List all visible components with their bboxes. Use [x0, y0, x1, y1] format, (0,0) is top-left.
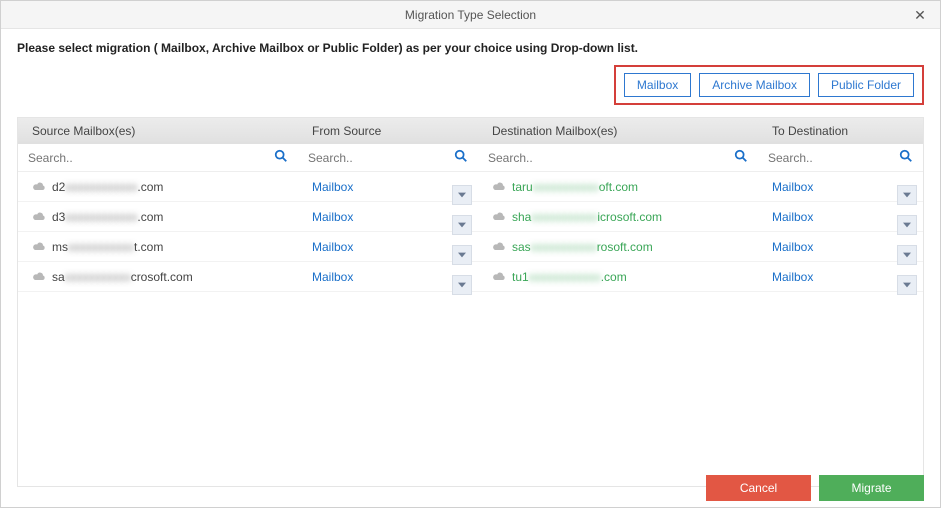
cancel-button[interactable]: Cancel	[706, 475, 811, 501]
source-mailbox-name: saxxxxxxxxxxxcrosoft.com	[52, 270, 193, 284]
type-button-highlight: Mailbox Archive Mailbox Public Folder	[614, 65, 924, 105]
from-source-cell: Mailbox	[298, 240, 478, 254]
search-icon[interactable]	[895, 149, 917, 166]
type-button-row: Mailbox Archive Mailbox Public Folder	[1, 55, 940, 117]
destination-mailbox-name: taruxxxxxxxxxxxoft.com	[512, 180, 638, 194]
to-destination-cell: Mailbox	[758, 270, 923, 284]
table-row: d3xxxxxxxxxxxx.com Mailbox shaxxxxxxxxxxxi…	[18, 202, 923, 232]
from-source-dropdown[interactable]	[452, 215, 472, 235]
to-destination-dropdown[interactable]	[897, 245, 917, 265]
destination-mailbox-name: shaxxxxxxxxxxxicrosoft.com	[512, 210, 662, 224]
from-source-dropdown[interactable]	[452, 275, 472, 295]
source-mailbox-cell: d2xxxxxxxxxxxx.com	[18, 180, 298, 194]
cloud-icon	[32, 270, 46, 284]
source-mailbox-cell: msxxxxxxxxxxxt.com	[18, 240, 298, 254]
col-source-mailbox: Source Mailbox(es)	[18, 124, 298, 138]
from-source-dropdown[interactable]	[452, 185, 472, 205]
source-mailbox-name: msxxxxxxxxxxxt.com	[52, 240, 163, 254]
search-to-cell	[758, 144, 923, 171]
window-title: Migration Type Selection	[405, 8, 536, 22]
close-button[interactable]: ✕	[900, 1, 940, 29]
footer: Cancel Migrate	[1, 469, 940, 507]
destination-mailbox-name: sasxxxxxxxxxxxrosoft.com	[512, 240, 653, 254]
cloud-icon	[492, 180, 506, 194]
table-header: Source Mailbox(es) From Source Destinati…	[18, 118, 923, 144]
from-source-value: Mailbox	[312, 180, 353, 194]
search-icon[interactable]	[730, 149, 752, 166]
search-destination-input[interactable]	[488, 151, 730, 165]
to-destination-value: Mailbox	[772, 180, 813, 194]
from-source-value: Mailbox	[312, 270, 353, 284]
destination-mailbox-cell: shaxxxxxxxxxxxicrosoft.com	[478, 210, 758, 224]
to-destination-value: Mailbox	[772, 210, 813, 224]
to-destination-dropdown[interactable]	[897, 215, 917, 235]
from-source-cell: Mailbox	[298, 210, 478, 224]
cloud-icon	[32, 210, 46, 224]
to-destination-cell: Mailbox	[758, 180, 923, 194]
public-folder-type-button[interactable]: Public Folder	[818, 73, 914, 97]
migration-table: Source Mailbox(es) From Source Destinati…	[17, 117, 924, 487]
search-to-input[interactable]	[768, 151, 895, 165]
source-mailbox-name: d2xxxxxxxxxxxx.com	[52, 180, 163, 194]
archive-mailbox-type-button[interactable]: Archive Mailbox	[699, 73, 810, 97]
to-destination-value: Mailbox	[772, 240, 813, 254]
destination-mailbox-cell: tu1xxxxxxxxxxxx.com	[478, 270, 758, 284]
from-source-value: Mailbox	[312, 210, 353, 224]
to-destination-cell: Mailbox	[758, 210, 923, 224]
source-mailbox-cell: d3xxxxxxxxxxxx.com	[18, 210, 298, 224]
destination-mailbox-name: tu1xxxxxxxxxxxx.com	[512, 270, 627, 284]
search-source-cell	[18, 144, 298, 171]
destination-mailbox-cell: taruxxxxxxxxxxxoft.com	[478, 180, 758, 194]
to-destination-dropdown[interactable]	[897, 275, 917, 295]
search-icon[interactable]	[450, 149, 472, 166]
table-row: msxxxxxxxxxxxt.com Mailbox sasxxxxxxxxxxxr…	[18, 232, 923, 262]
mailbox-type-button[interactable]: Mailbox	[624, 73, 691, 97]
search-destination-cell	[478, 144, 758, 171]
to-destination-cell: Mailbox	[758, 240, 923, 254]
cloud-icon	[32, 180, 46, 194]
from-source-cell: Mailbox	[298, 180, 478, 194]
cloud-icon	[492, 270, 506, 284]
table-row: saxxxxxxxxxxxcrosoft.com Mailbox tu1xxxxxx…	[18, 262, 923, 292]
to-destination-value: Mailbox	[772, 270, 813, 284]
source-mailbox-cell: saxxxxxxxxxxxcrosoft.com	[18, 270, 298, 284]
search-source-input[interactable]	[28, 151, 270, 165]
col-from-source: From Source	[298, 124, 478, 138]
cloud-icon	[492, 210, 506, 224]
search-row	[18, 144, 923, 172]
col-to-destination: To Destination	[758, 124, 923, 138]
col-destination-mailbox: Destination Mailbox(es)	[478, 124, 758, 138]
source-mailbox-name: d3xxxxxxxxxxxx.com	[52, 210, 163, 224]
cloud-icon	[492, 240, 506, 254]
destination-mailbox-cell: sasxxxxxxxxxxxrosoft.com	[478, 240, 758, 254]
search-from-input[interactable]	[308, 151, 450, 165]
to-destination-dropdown[interactable]	[897, 185, 917, 205]
close-icon: ✕	[914, 7, 926, 24]
search-from-cell	[298, 144, 478, 171]
search-icon[interactable]	[270, 149, 292, 166]
from-source-cell: Mailbox	[298, 270, 478, 284]
migrate-button[interactable]: Migrate	[819, 475, 924, 501]
cloud-icon	[32, 240, 46, 254]
table-row: d2xxxxxxxxxxxx.com Mailbox taruxxxxxxxxxxx…	[18, 172, 923, 202]
instruction-text: Please select migration ( Mailbox, Archi…	[1, 29, 940, 55]
titlebar: Migration Type Selection ✕	[1, 1, 940, 29]
from-source-dropdown[interactable]	[452, 245, 472, 265]
from-source-value: Mailbox	[312, 240, 353, 254]
